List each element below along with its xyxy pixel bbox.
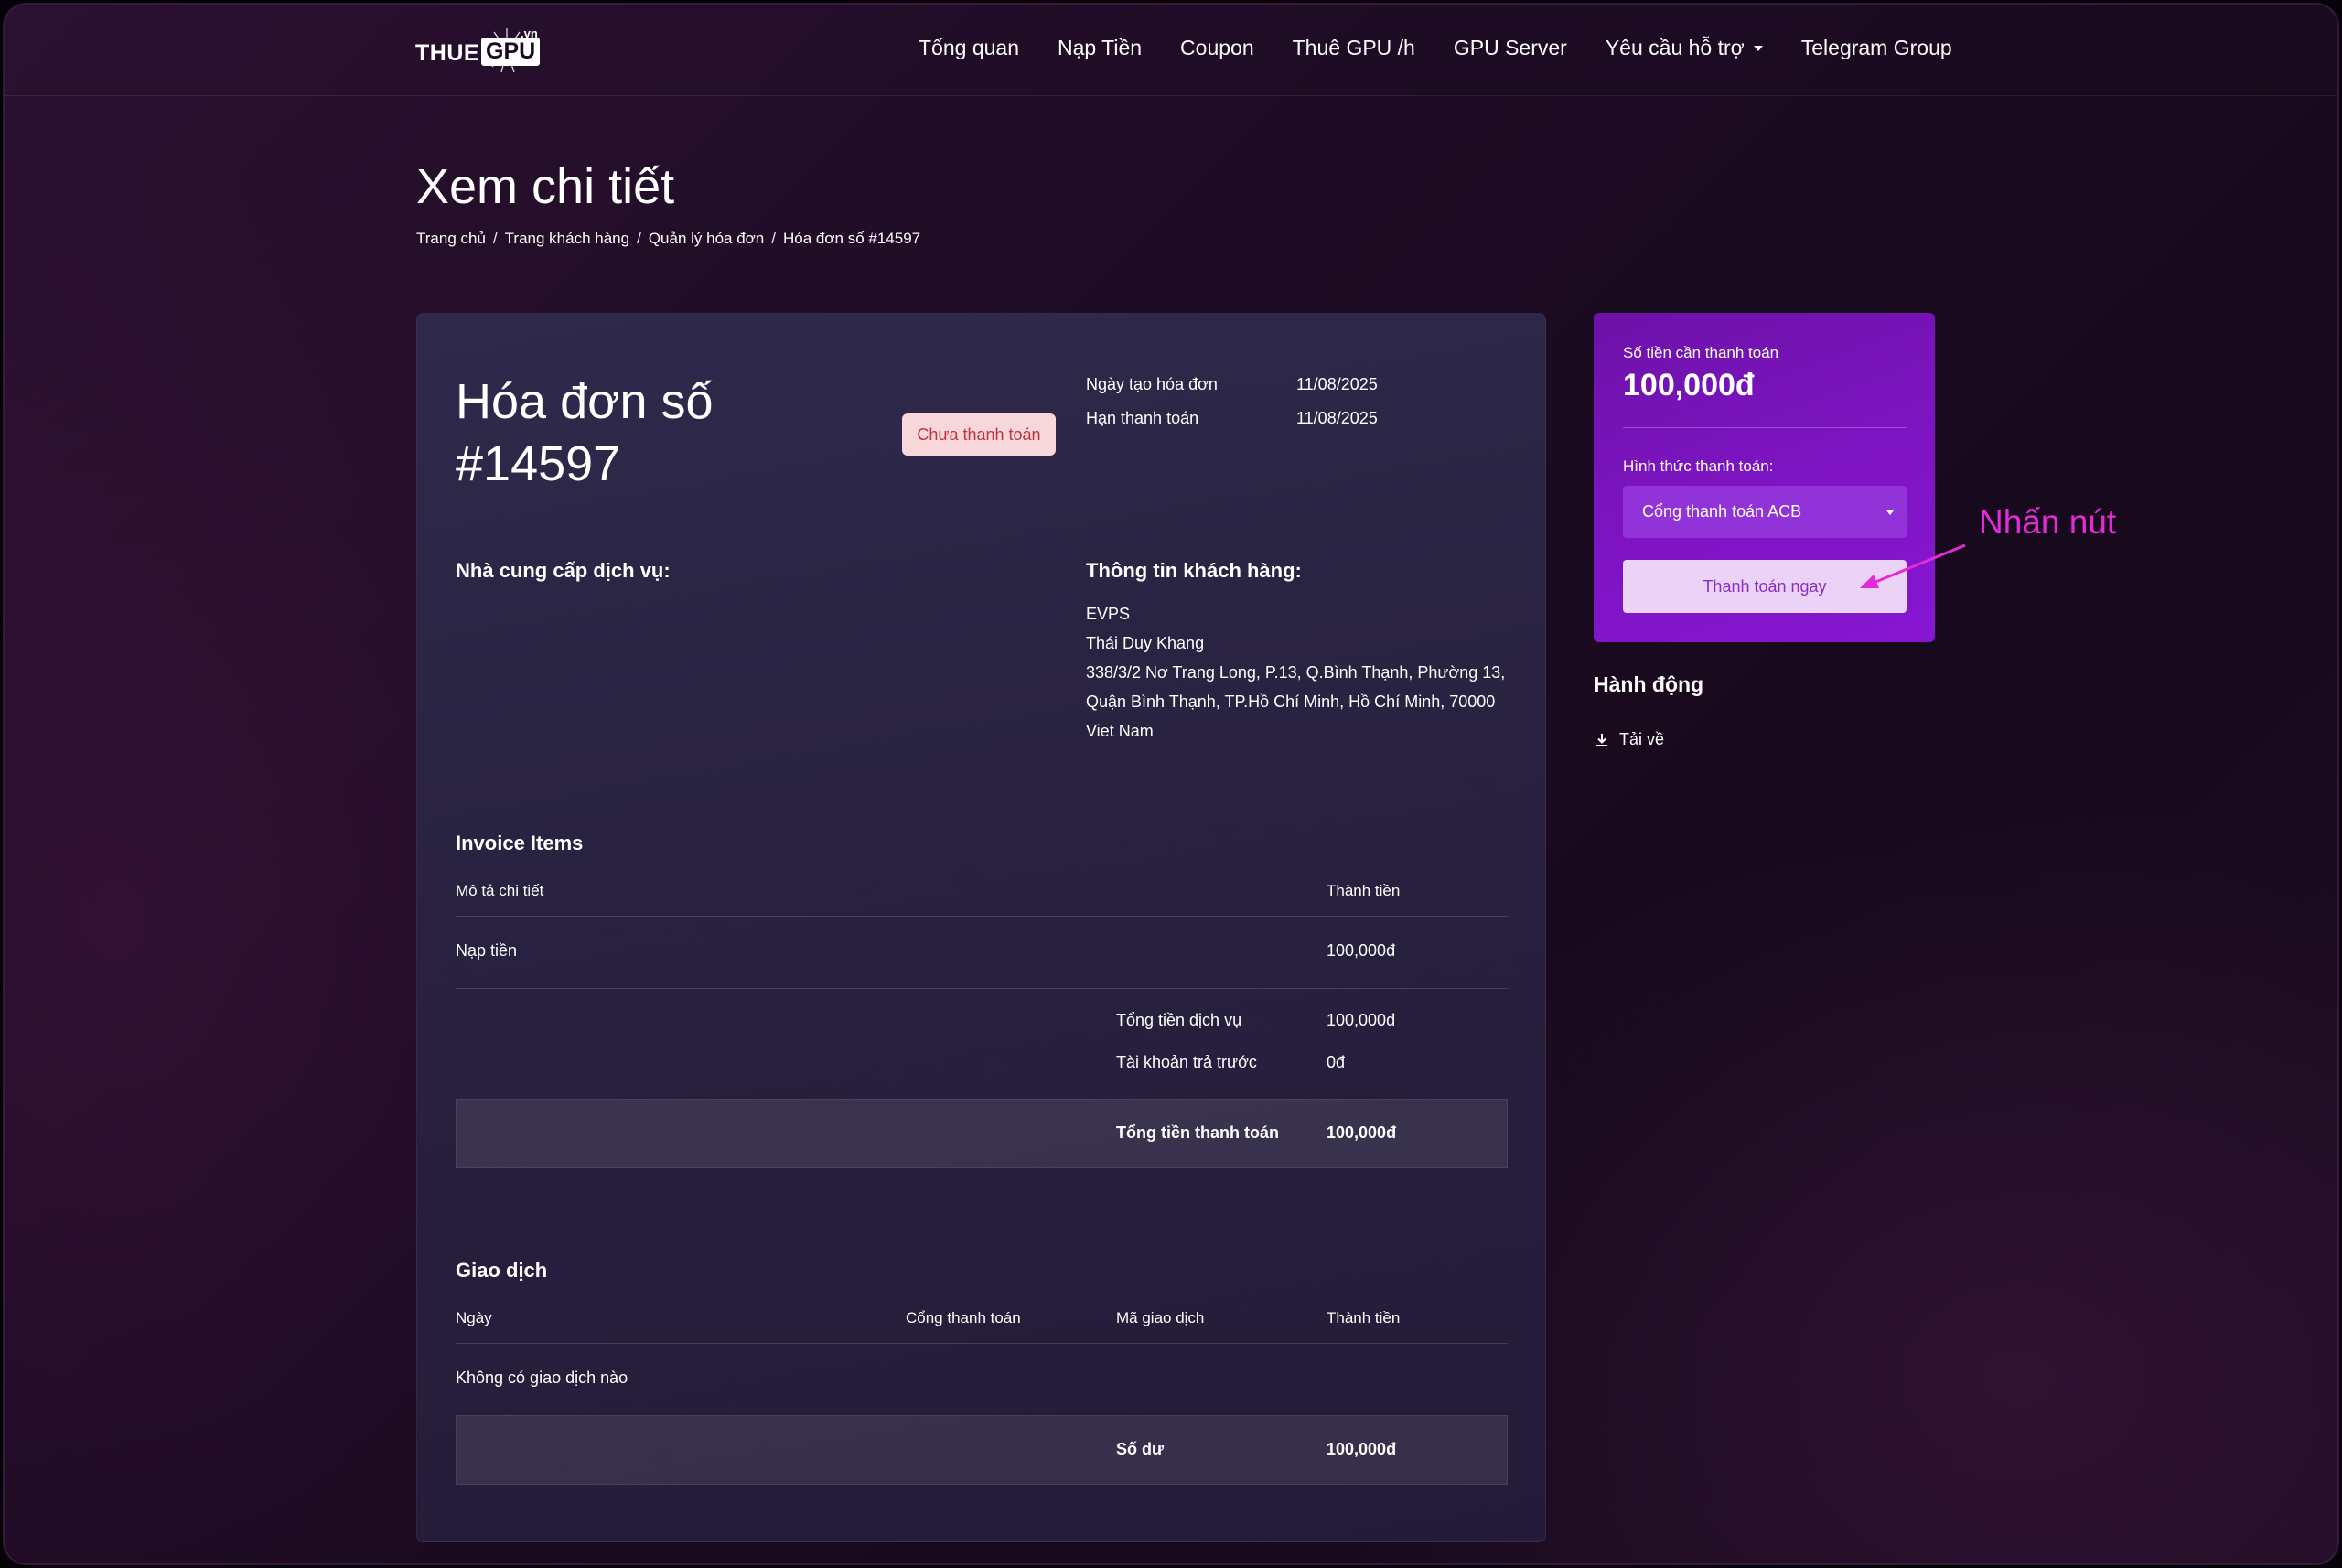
- actions-heading: Hành động: [1594, 672, 1704, 696]
- item-amount: 100,000đ: [1327, 941, 1396, 960]
- column-header-transaction-id: Mã giao dịch: [1116, 1309, 1205, 1326]
- logo-text-thue: THUE: [415, 40, 480, 66]
- breadcrumb-home[interactable]: Trang chủ: [416, 230, 486, 248]
- total-value: 100,000đ: [1327, 1123, 1397, 1142]
- payment-method-selected: Cổng thanh toán ACB: [1642, 502, 1802, 521]
- divider: [456, 1343, 1508, 1344]
- transactions-heading: Giao dịch: [456, 1259, 548, 1282]
- breadcrumb-current: Hóa đơn số #14597: [783, 230, 921, 247]
- logo-text-gpu: GPU: [481, 38, 541, 66]
- invoice-title: Hóa đơn số #14597: [456, 374, 714, 491]
- invoice-created-label: Ngày tạo hóa đơn: [1086, 375, 1218, 393]
- chevron-down-icon: [1753, 45, 1763, 51]
- column-header-date: Ngày: [456, 1309, 492, 1326]
- prepaid-label: Tài khoản trả trước: [1116, 1053, 1257, 1071]
- invoice-created-value: 11/08/2025: [1296, 375, 1378, 393]
- main-menu: Tổng quan Nạp Tiền Coupon Thuê GPU /h GP…: [919, 36, 1952, 60]
- invoice-created-row: Ngày tạo hóa đơn 11/08/2025: [1086, 375, 1378, 394]
- breadcrumb-separator: /: [492, 230, 498, 247]
- total-label: Tổng tiền thanh toán: [1116, 1123, 1279, 1142]
- subtotal-value: 100,000đ: [1327, 1011, 1396, 1029]
- annotation-label: Nhấn nút: [1979, 503, 2117, 541]
- amount-due-value: 100,000đ: [1623, 368, 1755, 403]
- payment-method-label: Hình thức thanh toán:: [1623, 457, 1774, 475]
- provider-heading: Nhà cung cấp dịch vụ:: [456, 559, 671, 582]
- customer-info: EVPS Thái Duy Khang 338/3/2 Nơ Trang Lon…: [1086, 599, 1516, 746]
- invoice-due-label: Hạn thanh toán: [1086, 409, 1199, 427]
- subtotal-label: Tổng tiền dịch vụ: [1116, 1011, 1242, 1029]
- breadcrumb-separator: /: [771, 230, 777, 247]
- nav-item-gpu-server[interactable]: GPU Server: [1454, 36, 1567, 60]
- customer-company: EVPS: [1086, 605, 1131, 623]
- transactions-empty-text: Không có giao dịch nào: [456, 1369, 628, 1387]
- download-icon: [1596, 733, 1607, 746]
- nav-item-support-dropdown[interactable]: Yêu cầu hỗ trợ: [1606, 36, 1763, 60]
- pay-now-button[interactable]: Thanh toán ngay: [1623, 560, 1907, 613]
- nav-item-rent-gpu-hourly[interactable]: Thuê GPU /h: [1293, 36, 1415, 60]
- breadcrumb-invoices[interactable]: Quản lý hóa đơn: [649, 230, 764, 248]
- customer-country: Viet Nam: [1086, 722, 1154, 740]
- breadcrumb: Trang chủ / Trang khách hàng / Quản lý h…: [416, 230, 920, 248]
- balance-value: 100,000đ: [1327, 1440, 1397, 1458]
- invoice-due-row: Hạn thanh toán 11/08/2025: [1086, 409, 1378, 428]
- top-navbar: THUE GPU .vn Tổng quan Nạp Tiền Coupon T…: [5, 5, 2337, 96]
- column-header-amount: Thành tiền: [1327, 1309, 1401, 1326]
- download-link[interactable]: Tải về: [1594, 730, 1664, 749]
- payment-method-select[interactable]: Cổng thanh toán ACB: [1623, 486, 1907, 538]
- nav-item-support-label: Yêu cầu hỗ trợ: [1605, 36, 1745, 59]
- app-window: THUE GPU .vn Tổng quan Nạp Tiền Coupon T…: [3, 3, 2339, 1565]
- chevron-down-icon: [1886, 510, 1894, 515]
- brand-logo[interactable]: THUE GPU .vn: [415, 25, 553, 76]
- divider: [456, 988, 1508, 989]
- total-row: Tổng tiền thanh toán 100,000đ: [456, 1099, 1508, 1168]
- divider: [456, 916, 1508, 917]
- breadcrumb-client-area[interactable]: Trang khách hàng: [505, 230, 629, 248]
- column-header-amount: Thành tiền: [1327, 882, 1401, 899]
- nav-item-telegram-group[interactable]: Telegram Group: [1801, 36, 1952, 60]
- item-description: Nạp tiền: [456, 941, 518, 960]
- customer-name: Thái Duy Khang: [1086, 634, 1205, 652]
- nav-item-coupon[interactable]: Coupon: [1180, 36, 1254, 60]
- prepaid-value: 0đ: [1327, 1053, 1346, 1071]
- balance-row: Số dư 100,000đ: [456, 1415, 1508, 1485]
- invoice-items-heading: Invoice Items: [456, 832, 584, 854]
- page-title: Xem chi tiết: [416, 159, 675, 214]
- balance-label: Số dư: [1116, 1440, 1165, 1458]
- breadcrumb-separator: /: [637, 230, 641, 247]
- nav-item-overview[interactable]: Tổng quan: [919, 36, 1019, 60]
- download-label: Tải về: [1619, 730, 1665, 748]
- logo-text-tld: .vn: [521, 27, 538, 40]
- divider: [1623, 427, 1907, 428]
- column-header-description: Mô tả chi tiết: [456, 882, 544, 899]
- payment-panel: Số tiền cần thanh toán 100,000đ Hình thứ…: [1594, 313, 1935, 642]
- column-header-gateway: Cổng thanh toán: [906, 1309, 1021, 1326]
- customer-heading: Thông tin khách hàng:: [1086, 559, 1302, 582]
- invoice-due-value: 11/08/2025: [1296, 409, 1378, 427]
- amount-due-label: Số tiền cần thanh toán: [1623, 344, 1779, 361]
- invoice-card: Hóa đơn số #14597 Chưa thanh toán Ngày t…: [416, 313, 1546, 1542]
- nav-item-deposit[interactable]: Nạp Tiền: [1058, 36, 1142, 60]
- status-badge: Chưa thanh toán: [902, 413, 1056, 456]
- customer-address: 338/3/2 Nơ Trang Long, P.13, Q.Bình Thạn…: [1086, 663, 1506, 711]
